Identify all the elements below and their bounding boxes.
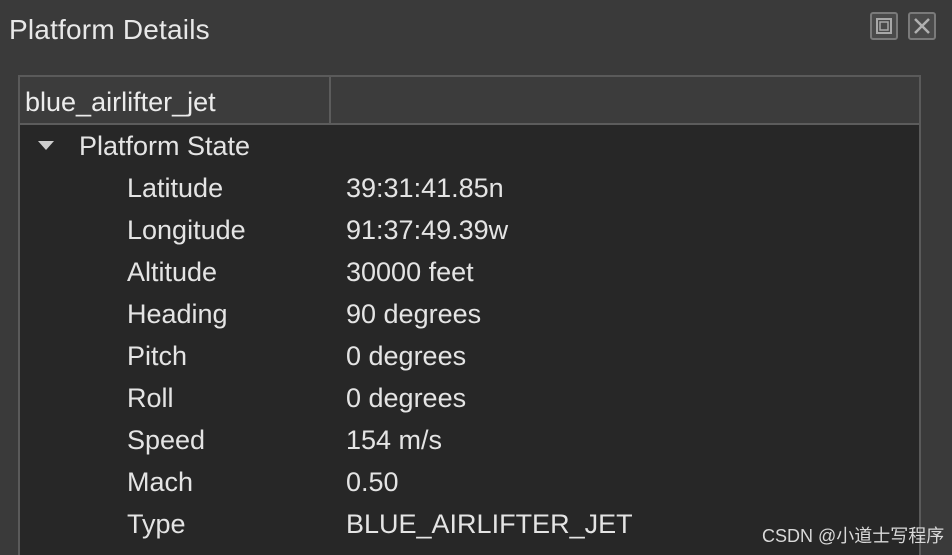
tree-row-heading[interactable]: Heading 90 degrees (20, 293, 919, 335)
tree-row-pitch[interactable]: Pitch 0 degrees (20, 335, 919, 377)
property-label: Type (127, 509, 186, 539)
expand-arrow-icon[interactable] (38, 141, 54, 150)
panel-title-bar[interactable]: Platform Details (0, 0, 952, 60)
close-window-icon (914, 18, 930, 34)
tree-row-latitude[interactable]: Latitude 39:31:41.85n (20, 167, 919, 209)
property-value: BLUE_AIRLIFTER_JET (346, 509, 633, 539)
header-column-value[interactable] (331, 77, 919, 123)
property-label: Altitude (127, 257, 218, 287)
group-label: Platform State (79, 131, 251, 161)
float-window-icon (876, 18, 892, 34)
platform-properties-tree[interactable]: blue_airlifter_jet Platform State Latitu… (18, 75, 921, 555)
property-value: 39:31:41.85n (346, 173, 504, 203)
property-label: Latitude (127, 173, 224, 203)
property-value: 91:37:49.39w (346, 215, 509, 245)
float-window-button[interactable] (870, 12, 898, 40)
tree-row-mach[interactable]: Mach 0.50 (20, 461, 919, 503)
property-label: Speed (127, 425, 206, 455)
platform-name-header: blue_airlifter_jet (25, 87, 216, 117)
header-column-platform[interactable]: blue_airlifter_jet (20, 77, 331, 123)
platform-state-group-row[interactable]: Platform State (20, 125, 919, 167)
property-value: 30000 feet (346, 257, 474, 287)
property-value: 0 degrees (346, 383, 467, 413)
tree-row-longitude[interactable]: Longitude 91:37:49.39w (20, 209, 919, 251)
property-label: Roll (127, 383, 174, 413)
property-label: Heading (127, 299, 228, 329)
watermark-text: CSDN @小道士写程序 (762, 526, 945, 546)
tree-row-altitude[interactable]: Altitude 30000 feet (20, 251, 919, 293)
tree-body: Platform State Latitude 39:31:41.85n Lon… (20, 125, 919, 555)
property-value: 90 degrees (346, 299, 482, 329)
tree-row-speed[interactable]: Speed 154 m/s (20, 419, 919, 461)
property-label: Pitch (127, 341, 188, 371)
property-value: 0 degrees (346, 341, 467, 371)
property-value: 154 m/s (346, 425, 443, 455)
close-window-button[interactable] (908, 12, 936, 40)
tree-row-roll[interactable]: Roll 0 degrees (20, 377, 919, 419)
vertical-scrollbar-area[interactable] (921, 75, 952, 555)
platform-details-panel: Platform Details blue_airlifter_jet Plat… (0, 0, 952, 555)
property-label: Mach (127, 467, 194, 497)
property-label: Longitude (127, 215, 246, 245)
property-value: 0.50 (346, 467, 399, 497)
panel-title: Platform Details (9, 14, 210, 45)
tree-header: blue_airlifter_jet (20, 77, 919, 125)
